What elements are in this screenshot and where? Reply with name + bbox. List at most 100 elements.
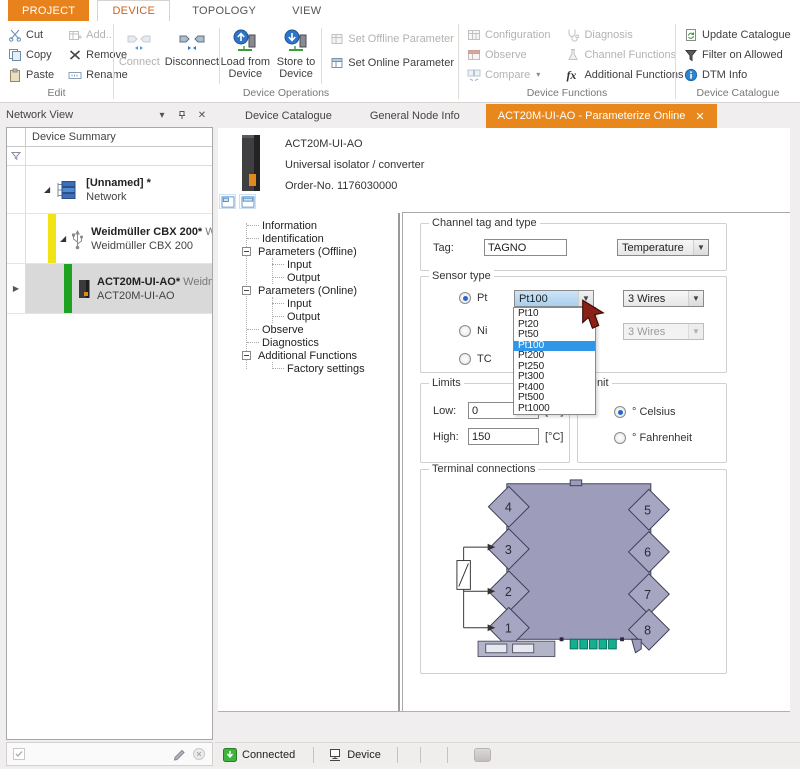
collapse-box-icon[interactable] [242, 351, 251, 360]
store-to-device-button[interactable]: Store to Device [271, 25, 322, 87]
option-pt1000[interactable]: Pt1000 [514, 404, 595, 415]
copy-icon [8, 48, 22, 62]
tree-item-offline-input[interactable]: Input [218, 258, 398, 271]
set-online-parameter-button[interactable]: Set Online Parameter [326, 53, 458, 72]
table-row-selected[interactable]: ▶ ACT20M-UI-AO* Weidm... ACT20M-UI-AO [7, 264, 212, 314]
copy-button[interactable]: Copy [4, 45, 58, 64]
add-label: Add... [86, 29, 115, 41]
store-to-device-label: Store to Device [271, 56, 322, 80]
row-selector-cell: ▶ [7, 264, 26, 313]
tree-item-parameters-offline[interactable]: Parameters (Offline) [218, 245, 398, 258]
option-pt200[interactable]: Pt200 [514, 351, 595, 362]
checkbox-icon[interactable] [13, 748, 25, 760]
tree-item-online-output[interactable]: Output [218, 310, 398, 323]
tree-item-additional-functions[interactable]: Additional Functions [218, 349, 398, 362]
paste-icon [8, 68, 22, 82]
tree-item-parameters-online[interactable]: Parameters (Online) [218, 284, 398, 297]
ni-radio[interactable] [459, 325, 471, 337]
tab-parameterize-online[interactable]: ACT20M-UI-AO - Parameterize Online ✕ [486, 104, 717, 128]
channel-functions-icon [566, 48, 580, 62]
filter-row[interactable] [7, 147, 212, 166]
set-offline-parameter-button[interactable]: Set Offline Parameter [326, 29, 458, 48]
celsius-radio[interactable] [614, 406, 626, 418]
close-icon[interactable]: ✕ [195, 109, 209, 121]
dtm-info-label: DTM Info [702, 69, 747, 81]
terminal-connections-diagram: 4 3 2 1 5 6 7 8 [449, 478, 701, 670]
edit-pencil-icon[interactable] [172, 747, 186, 761]
row-selector-cell [7, 166, 26, 213]
wires-select[interactable]: 3 Wires ▼ [623, 290, 704, 307]
pin-icon[interactable] [175, 109, 189, 121]
tree-item-online-input[interactable]: Input [218, 297, 398, 310]
cut-button[interactable]: Cut [4, 25, 58, 44]
node-subtitle: Network [86, 191, 151, 203]
panel-menu-icon[interactable]: ▾ [155, 109, 169, 121]
expand-arrow-icon[interactable]: ◢ [60, 234, 66, 243]
ribbon-tab-device[interactable]: DEVICE [97, 0, 170, 21]
collapse-box-icon[interactable] [242, 286, 251, 295]
ribbon-tab-view[interactable]: VIEW [278, 0, 335, 21]
cut-label: Cut [26, 29, 43, 41]
option-pt50[interactable]: Pt50 [514, 330, 595, 341]
option-pt500[interactable]: Pt500 [514, 393, 595, 404]
filter-on-allowed-button[interactable]: Filter on Allowed [680, 45, 795, 64]
tc-label: TC [477, 353, 492, 365]
high-input[interactable] [468, 428, 539, 445]
dtm-info-button[interactable]: DTM Info [680, 65, 795, 84]
disconnect-button[interactable]: Disconnect [165, 25, 219, 87]
observe-button[interactable]: Observe [463, 45, 554, 64]
tab-device-catalogue[interactable]: Device Catalogue [233, 104, 344, 128]
window-header-icon[interactable] [239, 194, 256, 209]
compare-button[interactable]: Compare ▾ [463, 65, 554, 84]
compare-icon [467, 68, 481, 82]
tag-input[interactable] [484, 239, 567, 256]
view-toolbar [219, 194, 256, 209]
pt-radio[interactable] [459, 292, 471, 304]
tab-general-node-info[interactable]: General Node Info [358, 104, 472, 128]
tree-item-offline-output[interactable]: Output [218, 271, 398, 284]
header-corner-cell [7, 128, 26, 146]
ribbon-tab-strip: PROJECT DEVICE TOPOLOGY VIEW [0, 0, 800, 21]
table-row[interactable]: ◢ [Unnamed] * Network [7, 166, 212, 214]
ribbon-tab-topology[interactable]: TOPOLOGY [178, 0, 270, 21]
tc-radio[interactable] [459, 353, 471, 365]
tree-item-diagnostics[interactable]: Diagnostics [218, 336, 398, 349]
wires-select-disabled[interactable]: 3 Wires ▼ [623, 323, 704, 340]
ni-label: Ni [477, 325, 487, 337]
tree-item-identification[interactable]: Identification [218, 232, 398, 245]
channel-type-select[interactable]: Temperature ▼ [617, 239, 709, 256]
configuration-button[interactable]: Configuration [463, 25, 554, 44]
tree-item-label: Input [287, 298, 311, 310]
load-from-device-button[interactable]: Load from Device [220, 25, 271, 87]
load-from-device-label: Load from Device [220, 56, 271, 80]
sensor-type-group-title: Sensor type [429, 270, 494, 282]
filter-funnel-icon[interactable] [7, 147, 26, 165]
configuration-label: Configuration [485, 29, 550, 41]
update-catalogue-button[interactable]: Update Catalogue [680, 25, 795, 44]
paste-button[interactable]: Paste [4, 65, 58, 84]
window-layout-icon[interactable] [219, 194, 236, 209]
ribbon-tab-project[interactable]: PROJECT [8, 0, 89, 21]
node-subtitle: Weidmüller CBX 200 [91, 240, 212, 252]
status-separator [313, 747, 314, 763]
tab-close-icon[interactable]: ✕ [695, 110, 704, 123]
connect-button[interactable]: Connect [114, 25, 165, 87]
option-pt300[interactable]: Pt300 [514, 372, 595, 383]
disconnect-label: Disconnect [165, 56, 219, 68]
tree-item-observe[interactable]: Observe [218, 323, 398, 336]
fahrenheit-radio[interactable] [614, 432, 626, 444]
status-bar-button[interactable] [474, 748, 491, 762]
collapse-box-icon[interactable] [242, 247, 251, 256]
device-order-number: Order-No. 1176030000 [285, 180, 397, 192]
tree-item-information[interactable]: Information [218, 219, 398, 232]
clear-circle-icon[interactable] [192, 747, 206, 761]
observe-icon [467, 48, 481, 62]
add-icon [68, 28, 82, 42]
expand-arrow-icon[interactable]: ◢ [44, 185, 50, 194]
table-row[interactable]: ◢ Weidmüller CBX 200* Wei... Weidmüller … [7, 214, 212, 264]
fahrenheit-label: ° Fahrenheit [632, 432, 692, 444]
ribbon-body: Cut Copy Paste [0, 21, 800, 102]
tree-item-factory-settings[interactable]: Factory settings [218, 362, 398, 375]
connection-status: Connected [223, 748, 295, 762]
tree-guide-line [272, 258, 273, 284]
